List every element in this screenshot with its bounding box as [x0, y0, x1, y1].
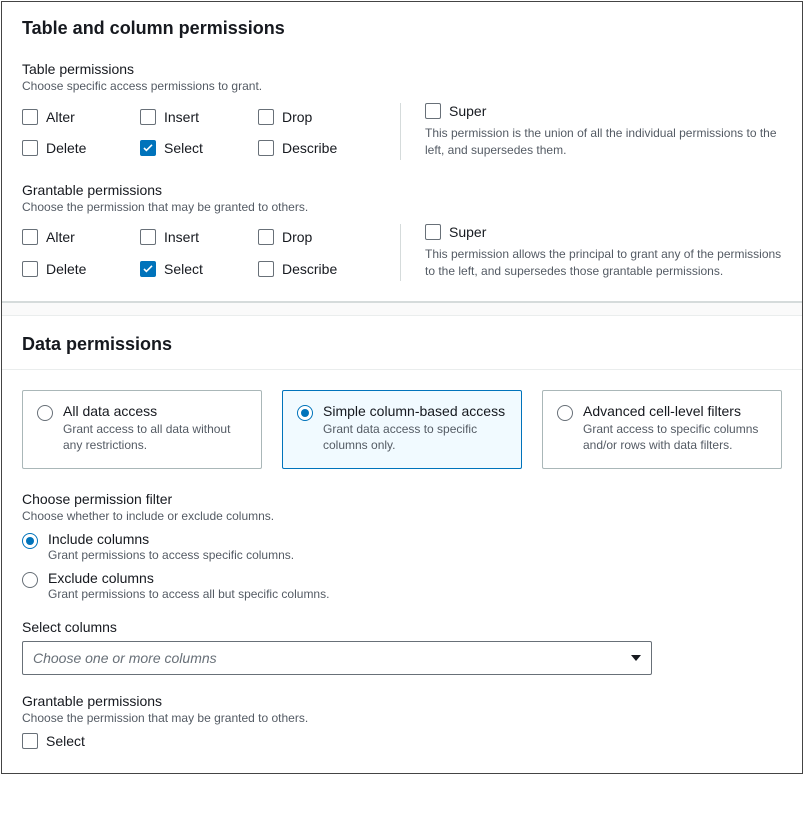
option-desc: Grant permissions to access specific col… [48, 548, 782, 562]
tile-all-data-access[interactable]: All data access Grant access to all data… [22, 390, 262, 470]
table-column-permissions-section: Table and column permissions Table permi… [2, 2, 802, 302]
checkbox-alter[interactable]: Alter [22, 107, 140, 126]
checkbox-grant-alter[interactable]: Alter [22, 228, 140, 247]
checkbox-box-icon [22, 733, 38, 749]
checkbox-box-icon [258, 109, 274, 125]
checkbox-label: Describe [282, 261, 337, 277]
grantable-permissions-group: Grantable permissions Choose the permiss… [22, 182, 782, 281]
section-divider [2, 302, 802, 316]
checkbox-label: Drop [282, 229, 312, 245]
tile-title: All data access [63, 403, 247, 419]
super-permission-area: Super This permission is the union of al… [400, 103, 782, 160]
radio-icon [22, 533, 38, 549]
radio-icon [297, 405, 313, 421]
tile-title: Simple column-based access [323, 403, 507, 419]
super-grant-desc: This permission allows the principal to … [425, 246, 782, 281]
super-desc: This permission is the union of all the … [425, 125, 782, 160]
checkbox-box-icon [425, 103, 441, 119]
tile-title: Advanced cell-level filters [583, 403, 767, 419]
section-title: Table and column permissions [22, 18, 782, 39]
checkbox-delete[interactable]: Delete [22, 138, 140, 157]
grantable-permissions-grid: Alter Insert Drop Delete [22, 224, 376, 281]
checkbox-label: Delete [46, 261, 86, 277]
checkbox-label: Insert [164, 229, 199, 245]
data-grantable-block: Grantable permissions Choose the permiss… [22, 693, 782, 749]
chevron-down-icon [631, 655, 641, 661]
checkbox-drop[interactable]: Drop [258, 107, 376, 126]
checkbox-grant-super[interactable]: Super [425, 224, 782, 240]
checkbox-box-icon [140, 140, 156, 156]
radio-icon [37, 405, 53, 421]
radio-icon [22, 572, 38, 588]
checkbox-super[interactable]: Super [425, 103, 782, 119]
permission-filter-block: Choose permission filter Choose whether … [22, 491, 782, 601]
checkbox-label: Select [164, 140, 203, 156]
checkbox-box-icon [140, 261, 156, 277]
checkbox-label: Insert [164, 109, 199, 125]
select-columns-block: Select columns Choose one or more column… [22, 619, 782, 675]
option-desc: Grant permissions to access all but spec… [48, 587, 782, 601]
access-mode-tiles: All data access Grant access to all data… [22, 390, 782, 470]
checkbox-describe[interactable]: Describe [258, 138, 376, 157]
checkbox-label: Alter [46, 109, 75, 125]
checkbox-label: Describe [282, 140, 337, 156]
checkbox-box-icon [258, 140, 274, 156]
group-title: Table permissions [22, 61, 782, 77]
checkbox-box-icon [140, 109, 156, 125]
checkbox-grant-drop[interactable]: Drop [258, 228, 376, 247]
field-desc: Choose the permission that may be grante… [22, 711, 782, 725]
table-permissions-group: Table permissions Choose specific access… [22, 61, 782, 160]
checkbox-box-icon [258, 229, 274, 245]
field-title: Choose permission filter [22, 491, 782, 507]
tile-desc: Grant access to all data without any res… [63, 421, 247, 455]
checkbox-label: Drop [282, 109, 312, 125]
radio-dot-icon [26, 537, 34, 545]
tile-simple-column-access[interactable]: Simple column-based access Grant data ac… [282, 390, 522, 470]
section-title: Data permissions [2, 316, 802, 370]
checkbox-label: Select [46, 733, 85, 749]
checkbox-data-grant-select[interactable]: Select [22, 733, 782, 749]
radio-icon [557, 405, 573, 421]
radio-include-columns[interactable]: Include columns Grant permissions to acc… [22, 531, 782, 562]
option-label: Include columns [48, 531, 782, 547]
group-title: Grantable permissions [22, 182, 782, 198]
field-desc: Choose whether to include or exclude col… [22, 509, 782, 523]
checkbox-grant-delete[interactable]: Delete [22, 259, 140, 278]
checkbox-box-icon [140, 229, 156, 245]
check-icon [143, 265, 153, 273]
group-desc: Choose the permission that may be grante… [22, 200, 782, 214]
tile-desc: Grant data access to specific columns on… [323, 421, 507, 455]
radio-exclude-columns[interactable]: Exclude columns Grant permissions to acc… [22, 570, 782, 601]
group-desc: Choose specific access permissions to gr… [22, 79, 782, 93]
checkbox-box-icon [22, 229, 38, 245]
checkbox-grant-select[interactable]: Select [140, 259, 258, 278]
permissions-panel: Table and column permissions Table permi… [1, 1, 803, 774]
checkbox-label: Super [449, 224, 486, 240]
checkbox-box-icon [258, 261, 274, 277]
checkbox-grant-insert[interactable]: Insert [140, 228, 258, 247]
checkbox-label: Delete [46, 140, 86, 156]
option-label: Exclude columns [48, 570, 782, 586]
select-columns-dropdown[interactable]: Choose one or more columns [22, 641, 652, 675]
checkbox-box-icon [22, 261, 38, 277]
checkbox-label: Select [164, 261, 203, 277]
table-permissions-grid: Alter Insert Drop Delete [22, 103, 376, 160]
super-grant-area: Super This permission allows the princip… [400, 224, 782, 281]
check-icon [143, 144, 153, 152]
select-placeholder: Choose one or more columns [33, 650, 217, 666]
checkbox-box-icon [425, 224, 441, 240]
field-title: Grantable permissions [22, 693, 782, 709]
checkbox-box-icon [22, 109, 38, 125]
data-permissions-section: Data permissions All data access Grant a… [2, 316, 802, 774]
checkbox-box-icon [22, 140, 38, 156]
radio-dot-icon [301, 409, 309, 417]
checkbox-label: Alter [46, 229, 75, 245]
tile-desc: Grant access to specific columns and/or … [583, 421, 767, 455]
checkbox-insert[interactable]: Insert [140, 107, 258, 126]
field-title: Select columns [22, 619, 782, 635]
checkbox-select[interactable]: Select [140, 138, 258, 157]
checkbox-grant-describe[interactable]: Describe [258, 259, 376, 278]
tile-advanced-cell-filters[interactable]: Advanced cell-level filters Grant access… [542, 390, 782, 470]
checkbox-label: Super [449, 103, 486, 119]
